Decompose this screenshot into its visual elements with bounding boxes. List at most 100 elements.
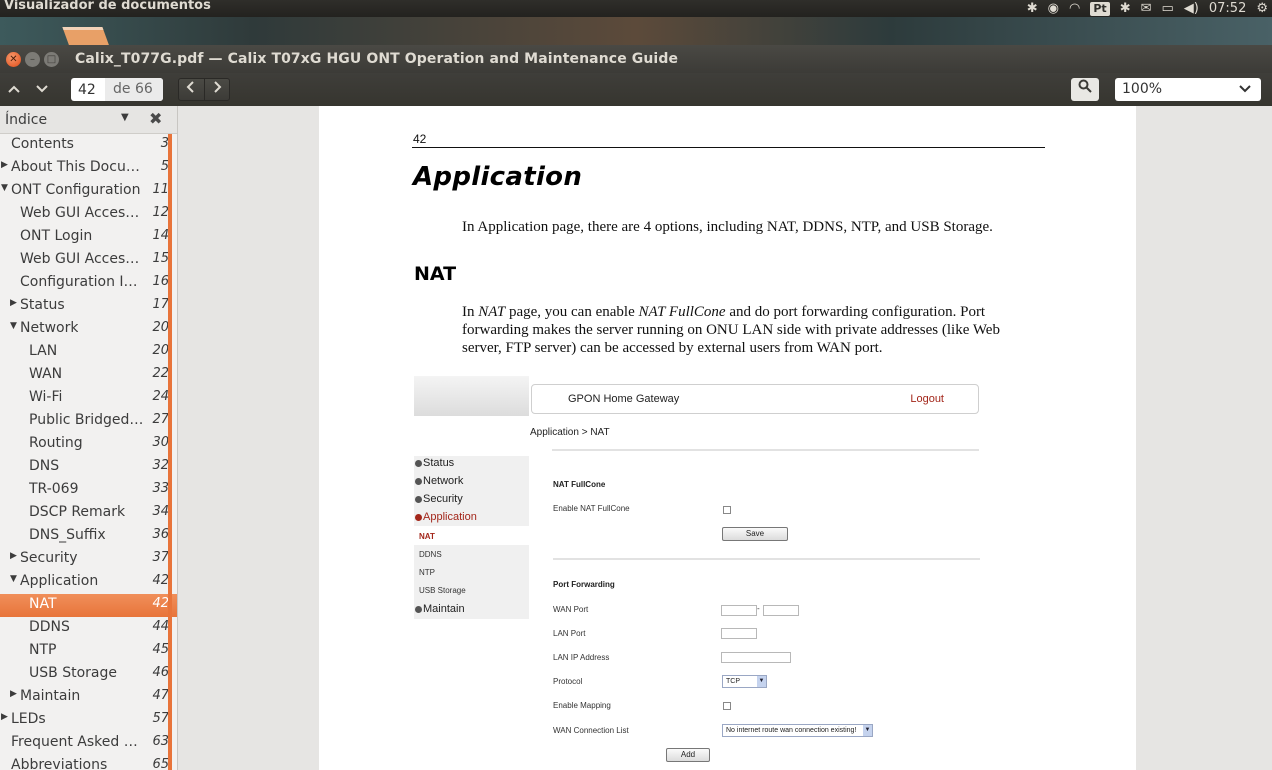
nat-paragraph: In NAT page, you can enable NAT FullCone… <box>462 304 1000 356</box>
outline-item-label: Network <box>20 320 79 336</box>
router-header: GPON Home Gateway Logout <box>531 384 979 414</box>
expander-open-icon[interactable]: ▼ <box>1 183 8 193</box>
outline-item[interactable]: ▼ Application 42 <box>0 571 177 594</box>
minimize-window-button[interactable]: – <box>25 52 40 67</box>
outline-item-label: Web GUI Access… <box>20 205 144 221</box>
outline-item[interactable]: NTP 45 <box>0 640 177 663</box>
search-button[interactable] <box>1071 78 1099 101</box>
subsection-heading: NAT <box>414 263 457 285</box>
outline-item[interactable]: Public Bridged … 27 <box>0 410 177 433</box>
bluetooth-icon[interactable]: ✱ <box>1027 0 1038 17</box>
desktop-icon-fragment <box>62 27 110 47</box>
outline-item-label: WAN <box>29 366 63 382</box>
volume-icon[interactable]: ◀) <box>1184 0 1199 17</box>
forward-button[interactable] <box>203 79 230 100</box>
wifi-icon[interactable]: ◠ <box>1069 0 1080 17</box>
desktop-wallpaper <box>0 17 1272 47</box>
router-menu-security: Security <box>415 493 463 505</box>
outline-item[interactable]: Frequent Asked … 63 <box>0 732 177 755</box>
next-page-button[interactable] <box>30 78 54 100</box>
outline-item[interactable]: ▶ About This Docu… 5 <box>0 157 177 180</box>
keyboard-layout-indicator[interactable]: Pt <box>1090 1 1110 16</box>
outline-item[interactable]: ▶ LEDs 57 <box>0 709 177 732</box>
close-window-button[interactable]: ✕ <box>6 52 21 67</box>
expander-closed-icon[interactable]: ▶ <box>1 712 8 722</box>
router-add-button: Add <box>666 748 710 762</box>
network-sync-icon[interactable]: ◉ <box>1048 0 1059 17</box>
expander-closed-icon[interactable]: ▶ <box>10 689 17 699</box>
outline-item-label: DNS_Suffix <box>29 527 106 543</box>
chevron-up-icon <box>8 85 20 93</box>
chevron-down-icon <box>36 85 48 93</box>
page-number: 42 <box>413 132 427 146</box>
outline-item[interactable]: ▼ Network 20 <box>0 318 177 341</box>
outline-item[interactable]: Routing 30 <box>0 433 177 456</box>
outline-item[interactable]: NAT 42 <box>0 594 177 617</box>
dropdown-arrow-icon[interactable]: ▼ <box>121 112 129 123</box>
router-submenu-usb: USB Storage <box>419 586 466 595</box>
router-logo-area <box>414 376 529 416</box>
outline-item-page: 46 <box>152 665 169 680</box>
outline-item[interactable]: ▶ Status 17 <box>0 295 177 318</box>
window-titlebar[interactable]: ✕ – □ Calix_T077G.pdf — Calix T07xG HGU … <box>0 45 1272 73</box>
maximize-window-button[interactable]: □ <box>44 52 59 67</box>
zoom-select[interactable]: 100% <box>1115 78 1261 101</box>
clock[interactable]: 07:52 <box>1209 0 1246 17</box>
sidebar-scrollbar[interactable] <box>168 134 172 770</box>
sidebar: Índice ▼ ✖ Contents 3 ▶ About This Docu… 5 ▼ O… <box>0 106 178 770</box>
expander-closed-icon[interactable]: ▶ <box>1 160 8 170</box>
expander-closed-icon[interactable]: ▶ <box>10 551 17 561</box>
outline-item[interactable]: Configuration In… 16 <box>0 272 177 295</box>
page-number-input[interactable] <box>71 81 105 98</box>
expander-open-icon[interactable]: ▼ <box>10 574 17 584</box>
outline-item[interactable]: TR-069 33 <box>0 479 177 502</box>
outline-item[interactable]: Contents 3 <box>0 134 177 157</box>
outline-item[interactable]: Web GUI Access… 12 <box>0 203 177 226</box>
battery-icon[interactable]: ▭ <box>1162 0 1174 17</box>
router-menu-status: Status <box>414 457 455 469</box>
expander-open-icon[interactable]: ▼ <box>10 321 17 331</box>
outline-item[interactable]: Abbreviations 65 <box>0 755 177 770</box>
sidebar-mode-label[interactable]: Índice <box>5 112 47 128</box>
bluetooth-icon[interactable]: ✱ <box>1120 0 1131 17</box>
back-button[interactable] <box>179 79 204 100</box>
router-nat-fullcone-title: NAT FullCone <box>553 480 606 489</box>
router-submenu-ddns: DDNS <box>419 550 442 559</box>
outline-item[interactable]: LAN 20 <box>0 341 177 364</box>
outline-item[interactable]: DDNS 44 <box>0 617 177 640</box>
outline-item-label: Contents <box>11 136 74 152</box>
outline-item[interactable]: Web GUI Access… 15 <box>0 249 177 272</box>
page-count: de 66 <box>105 78 163 101</box>
mail-icon[interactable]: ✉ <box>1141 0 1152 17</box>
outline-item[interactable]: Wi-Fi 24 <box>0 387 177 410</box>
outline-item[interactable]: WAN 22 <box>0 364 177 387</box>
outline-item[interactable]: ▶ Security 37 <box>0 548 177 571</box>
sidebar-header: Índice ▼ ✖ <box>0 106 177 134</box>
outline-item[interactable]: ONT Login 14 <box>0 226 177 249</box>
expander-closed-icon[interactable]: ▶ <box>10 298 17 308</box>
router-enable-mapping-checkbox <box>723 702 731 710</box>
outline-item[interactable]: DNS 32 <box>0 456 177 479</box>
router-divider <box>552 449 979 451</box>
outline-item[interactable]: DNS_Suffix 36 <box>0 525 177 548</box>
gear-icon[interactable]: ⚙ <box>1256 0 1268 17</box>
outline-item-page: 12 <box>152 205 169 220</box>
router-menu: Status Network Security Application NAT … <box>414 456 529 619</box>
outline-item-page: 27 <box>152 412 169 427</box>
document-view[interactable]: 42 Application In Application page, ther… <box>178 106 1272 770</box>
outline-item-page: 37 <box>152 550 169 565</box>
outline-item[interactable]: ▼ ONT Configuration 11 <box>0 180 177 203</box>
intro-paragraph: In Application page, there are 4 options… <box>462 219 993 235</box>
outline-item[interactable]: ▶ Maintain 47 <box>0 686 177 709</box>
previous-page-button[interactable] <box>2 78 26 100</box>
router-section-divider <box>553 558 980 560</box>
outline-item[interactable]: USB Storage 46 <box>0 663 177 686</box>
outline-item-page: 30 <box>152 435 169 450</box>
outline-item[interactable]: DSCP Remark 34 <box>0 502 177 525</box>
router-breadcrumb: Application > NAT <box>530 427 610 438</box>
close-sidebar-icon[interactable]: ✖ <box>149 109 162 128</box>
chevron-left-icon <box>186 81 194 93</box>
outline-item-label: Routing <box>29 435 83 451</box>
history-nav <box>178 78 230 101</box>
outline-item-page: 65 <box>152 757 169 770</box>
